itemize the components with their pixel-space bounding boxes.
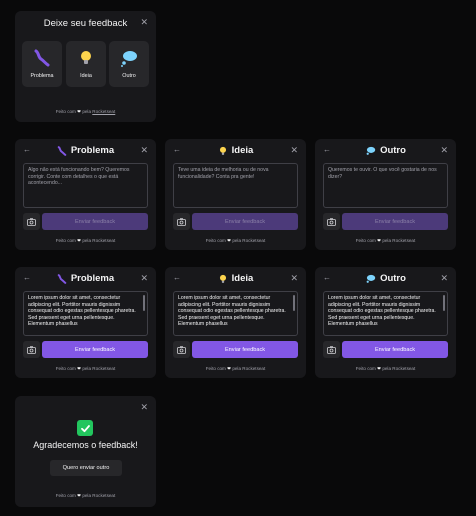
footer: Feito com ❤ pela Rocketseat bbox=[55, 238, 116, 243]
feedback-textarea[interactable]: Queremos te ouvir. O que você gostaria d… bbox=[323, 163, 448, 208]
camera-icon bbox=[27, 345, 36, 354]
footer: Feito com ❤ pela Rocketseat bbox=[355, 238, 416, 243]
card-title: Deixe seu feedback bbox=[43, 18, 128, 29]
screenshot-button[interactable] bbox=[323, 341, 340, 358]
form-title: Outro bbox=[315, 273, 456, 284]
send-feedback-button[interactable]: Enviar feedback bbox=[42, 341, 148, 358]
form-title: Problema bbox=[15, 145, 156, 156]
type-label: Outro bbox=[122, 73, 136, 79]
scrollbar[interactable] bbox=[443, 295, 445, 311]
send-feedback-button[interactable]: Enviar feedback bbox=[42, 213, 148, 230]
form-title: Problema bbox=[15, 273, 156, 284]
feedback-textarea[interactable]: Algo não está funcionando bem? Queremos … bbox=[23, 163, 148, 208]
footer: Feito com ❤ pela Rocketseat bbox=[55, 493, 116, 498]
feedback-form-other-filled: ← Outro ✕ Lorem ipsum dolor sit amet, co… bbox=[315, 267, 456, 378]
feedback-form-problem-filled: ← Problema ✕ Lorem ipsum dolor sit amet,… bbox=[15, 267, 156, 378]
screenshot-button[interactable] bbox=[173, 213, 190, 230]
scrollbar[interactable] bbox=[293, 295, 295, 311]
footer: Feito com ❤ pela Rocketseat bbox=[355, 366, 416, 371]
heart-icon: ❤ bbox=[77, 109, 82, 114]
footer: Feito com ❤ pela Rocketseat bbox=[55, 366, 116, 371]
screenshot-button[interactable] bbox=[23, 213, 40, 230]
feedback-form-problem-empty: ← Problema ✕ Algo não está funcionando b… bbox=[15, 139, 156, 250]
success-title: Agradecemos o feedback! bbox=[33, 440, 138, 450]
heart-icon: ❤ bbox=[227, 366, 232, 371]
feedback-textarea[interactable]: Lorem ipsum dolor sit amet, consectetur … bbox=[173, 291, 298, 336]
thought-balloon-icon bbox=[366, 274, 376, 283]
footer: Feito com ❤ pela Rocketseat bbox=[205, 238, 266, 243]
type-label: Problema bbox=[30, 73, 54, 79]
bug-icon bbox=[57, 273, 67, 284]
send-feedback-button[interactable]: Enviar feedback bbox=[342, 213, 448, 230]
form-title: Ideia bbox=[165, 145, 306, 156]
type-button-problem[interactable]: Problema bbox=[22, 41, 62, 87]
feedback-form-other-empty: ← Outro ✕ Queremos te ouvir. O que você … bbox=[315, 139, 456, 250]
screenshot-button[interactable] bbox=[323, 213, 340, 230]
heart-icon: ❤ bbox=[377, 238, 382, 243]
type-button-other[interactable]: Outro bbox=[109, 41, 149, 87]
feedback-textarea[interactable]: Lorem ipsum dolor sit amet, consectetur … bbox=[323, 291, 448, 336]
send-feedback-button[interactable]: Enviar feedback bbox=[192, 341, 298, 358]
close-icon[interactable]: ✕ bbox=[140, 18, 148, 27]
feedback-textarea[interactable]: Lorem ipsum dolor sit amet, consectetur … bbox=[23, 291, 148, 336]
send-feedback-button[interactable]: Enviar feedback bbox=[342, 341, 448, 358]
heart-icon: ❤ bbox=[77, 366, 82, 371]
camera-icon bbox=[27, 217, 36, 226]
heart-icon: ❤ bbox=[377, 366, 382, 371]
rocketseat-link[interactable]: Rocketseat bbox=[92, 109, 115, 114]
send-another-button[interactable]: Quero enviar outro bbox=[50, 460, 122, 476]
camera-icon bbox=[327, 345, 336, 354]
feedback-success-card: ✕ Agradecemos o feedback! Quero enviar o… bbox=[15, 396, 156, 507]
thought-balloon-icon bbox=[121, 51, 137, 67]
lightbulb-icon bbox=[219, 274, 226, 283]
heart-icon: ❤ bbox=[77, 493, 82, 498]
close-icon[interactable]: ✕ bbox=[440, 146, 448, 155]
close-icon[interactable]: ✕ bbox=[140, 146, 148, 155]
feedback-form-idea-empty: ← Ideia ✕ Teve uma ideia de melhoria ou … bbox=[165, 139, 306, 250]
camera-icon bbox=[177, 345, 186, 354]
lightbulb-icon bbox=[219, 146, 226, 155]
close-icon[interactable]: ✕ bbox=[290, 274, 298, 283]
feedback-textarea[interactable]: Teve uma ideia de melhoria ou de nova fu… bbox=[173, 163, 298, 208]
feedback-form-idea-filled: ← Ideia ✕ Lorem ipsum dolor sit amet, co… bbox=[165, 267, 306, 378]
close-icon[interactable]: ✕ bbox=[290, 146, 298, 155]
close-icon[interactable]: ✕ bbox=[140, 403, 148, 412]
footer: Feito com ❤ pela Rocketseat bbox=[55, 109, 116, 114]
type-label: Ideia bbox=[80, 73, 92, 79]
scrollbar[interactable] bbox=[143, 295, 145, 311]
form-title: Ideia bbox=[165, 273, 306, 284]
feedback-type-card: Deixe seu feedback ✕ Problema Ideia Outr… bbox=[15, 11, 156, 122]
bug-icon bbox=[57, 145, 67, 156]
check-icon bbox=[77, 420, 93, 436]
camera-icon bbox=[327, 217, 336, 226]
heart-icon: ❤ bbox=[77, 238, 82, 243]
thought-balloon-icon bbox=[366, 146, 376, 155]
screenshot-button[interactable] bbox=[173, 341, 190, 358]
form-title: Outro bbox=[315, 145, 456, 156]
camera-icon bbox=[177, 217, 186, 226]
type-button-idea[interactable]: Ideia bbox=[66, 41, 106, 87]
close-icon[interactable]: ✕ bbox=[440, 274, 448, 283]
close-icon[interactable]: ✕ bbox=[140, 274, 148, 283]
bug-icon bbox=[34, 49, 50, 67]
heart-icon: ❤ bbox=[227, 238, 232, 243]
footer: Feito com ❤ pela Rocketseat bbox=[205, 366, 266, 371]
lightbulb-icon bbox=[81, 51, 91, 64]
screenshot-button[interactable] bbox=[23, 341, 40, 358]
send-feedback-button[interactable]: Enviar feedback bbox=[192, 213, 298, 230]
